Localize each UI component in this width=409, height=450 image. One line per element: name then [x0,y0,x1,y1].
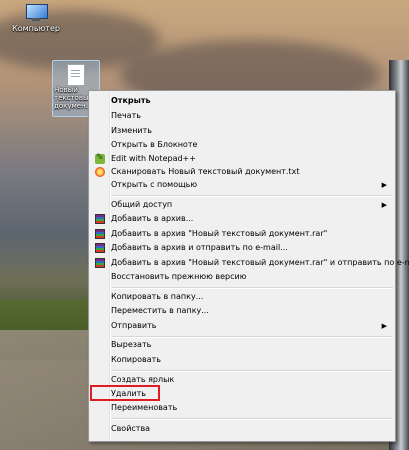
winrar-icon [95,243,105,253]
menu-item-open-with[interactable]: Открыть с помощью ▶ [91,178,393,192]
menu-item-restore[interactable]: Восстановить прежнюю версию [91,270,393,284]
menu-item-label: Сканировать Новый текстовый документ.txt [111,167,300,176]
menu-item-label: Добавить в архив и отправить по e-mail..… [111,243,288,252]
menu-item-label: Отправить [111,321,157,330]
menu-separator [112,370,393,372]
notepad-plus-plus-icon [95,151,105,165]
menu-item-label: Восстановить прежнюю версию [111,272,247,281]
menu-item-label: Изменить [111,126,152,135]
desktop-icon-label: Компьютер [12,24,60,33]
menu-item-print[interactable]: Печать [91,109,393,123]
menu-item-label: Edit with Notepad++ [111,154,196,163]
menu-item-open[interactable]: Открыть [91,94,393,108]
text-file-icon [67,64,85,86]
menu-item-open-notepad[interactable]: Открыть в Блокноте [91,138,393,152]
computer-icon [23,4,49,24]
menu-separator [112,195,393,197]
submenu-arrow-icon: ▶ [381,201,387,209]
menu-item-label: Добавить в архив... [111,214,194,223]
menu-item-label: Создать ярлык [111,375,175,384]
menu-item-share[interactable]: Общий доступ ▶ [91,198,393,212]
menu-item-label: Добавить в архив "Новый текстовый докуме… [111,258,409,267]
submenu-arrow-icon: ▶ [381,181,387,189]
menu-item-edit[interactable]: Изменить [91,124,393,138]
menu-item-add-rar[interactable]: Добавить в архив "Новый текстовый докуме… [91,227,393,241]
menu-item-label: Копировать в папку... [111,292,204,301]
antivirus-icon [95,167,105,177]
menu-item-edit-npp[interactable]: Edit with Notepad++ [91,151,393,166]
menu-item-copy-to[interactable]: Копировать в папку... [91,290,393,304]
menu-item-cut[interactable]: Вырезать [91,338,393,352]
menu-item-send-to[interactable]: Отправить ▶ [91,319,393,333]
menu-item-label: Добавить в архив "Новый текстовый докуме… [111,229,328,238]
menu-item-add-email[interactable]: Добавить в архив и отправить по e-mail..… [91,241,393,255]
winrar-icon [95,214,105,224]
desktop-icon-computer[interactable]: Компьютер [6,4,66,34]
menu-item-copy[interactable]: Копировать [91,353,393,367]
delete-highlight-box [90,385,160,401]
menu-item-rename[interactable]: Переименовать [91,401,393,415]
menu-item-label: Свойства [111,424,151,433]
menu-item-move-to[interactable]: Переместить в папку... [91,304,393,318]
menu-item-label: Открыть [111,96,151,105]
winrar-icon [95,258,105,268]
winrar-icon [95,229,105,239]
menu-item-label: Переместить в папку... [111,306,209,315]
submenu-arrow-icon: ▶ [381,322,387,330]
menu-item-label: Копировать [111,355,161,364]
menu-item-properties[interactable]: Свойства [91,422,393,436]
menu-item-label: Открыть в Блокноте [111,140,198,149]
menu-item-scan[interactable]: Сканировать Новый текстовый документ.txt [91,165,393,179]
menu-item-add-rar-email[interactable]: Добавить в архив "Новый текстовый докуме… [91,256,409,270]
menu-item-add-archive[interactable]: Добавить в архив... [91,212,393,226]
menu-item-label: Общий доступ [111,200,173,209]
menu-separator [112,287,393,289]
menu-item-label: Печать [111,111,141,120]
menu-item-label: Открыть с помощью [111,180,198,189]
menu-separator [112,418,393,420]
menu-item-label: Переименовать [111,403,178,412]
menu-item-label: Вырезать [111,340,152,349]
